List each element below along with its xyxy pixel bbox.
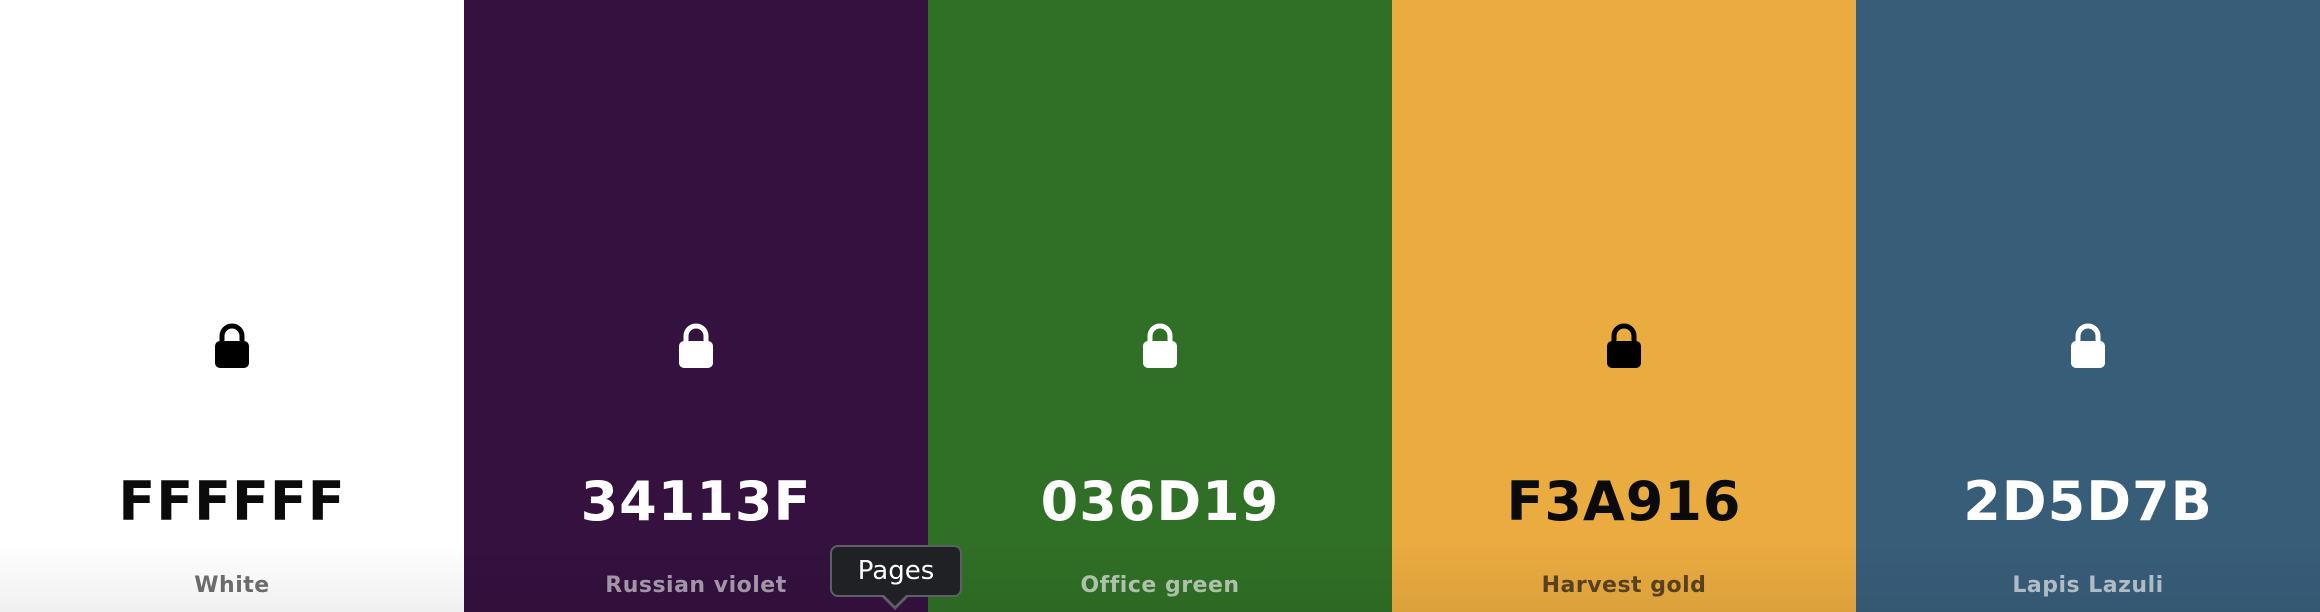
lock-toggle-button[interactable]	[1138, 320, 1182, 370]
swatch-lapis-lazuli[interactable]: 2D5D7B Lapis Lazuli	[1856, 0, 2320, 612]
lock-toggle-button[interactable]	[2066, 320, 2110, 370]
color-palette: FFFFFF White 34113F Russian violet 036D1…	[0, 0, 2320, 612]
color-name: Lapis Lazuli	[2012, 573, 2164, 598]
color-name: Office green	[1080, 573, 1240, 598]
hex-code[interactable]: 34113F	[464, 466, 928, 538]
swatch-white[interactable]: FFFFFF White	[0, 0, 464, 612]
pages-tooltip: Pages	[830, 545, 962, 597]
lock-icon	[1607, 323, 1641, 368]
hex-code[interactable]: 036D19	[928, 466, 1392, 538]
hex-code[interactable]: F3A916	[1392, 466, 1856, 538]
lock-toggle-button[interactable]	[1602, 320, 1646, 370]
lock-icon	[1143, 323, 1177, 368]
lock-toggle-button[interactable]	[674, 320, 718, 370]
hex-code[interactable]: 2D5D7B	[1856, 466, 2320, 538]
swatch-russian-violet[interactable]: 34113F Russian violet	[464, 0, 928, 612]
hex-code[interactable]: FFFFFF	[0, 466, 464, 538]
swatch-office-green[interactable]: 036D19 Office green	[928, 0, 1392, 612]
color-name: White	[194, 573, 270, 598]
lock-icon	[679, 323, 713, 368]
lock-toggle-button[interactable]	[210, 320, 254, 370]
lock-icon	[2071, 323, 2105, 368]
lock-icon	[215, 323, 249, 368]
swatch-harvest-gold[interactable]: F3A916 Harvest gold	[1392, 0, 1856, 612]
color-name: Harvest gold	[1541, 573, 1707, 598]
tooltip-arrow-inner	[883, 594, 907, 606]
